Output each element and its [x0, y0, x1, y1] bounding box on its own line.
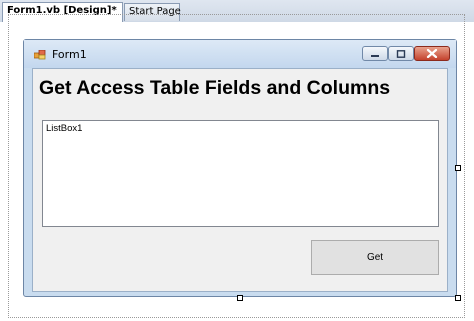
maximize-icon	[396, 49, 406, 58]
form-title-bar[interactable]: Form1	[24, 40, 456, 68]
form-icon	[34, 50, 46, 60]
form-window[interactable]: Form1 Get Access Table Fields and Column…	[23, 39, 457, 297]
close-button[interactable]	[414, 46, 450, 61]
minimize-button[interactable]	[362, 46, 388, 61]
minimize-icon	[371, 54, 379, 57]
listbox1[interactable]: ListBox1	[42, 120, 439, 227]
form-client-area: Get Access Table Fields and Columns List…	[32, 68, 448, 292]
get-button[interactable]: Get	[311, 240, 439, 275]
maximize-button[interactable]	[388, 46, 414, 61]
close-icon	[426, 49, 438, 58]
resize-handle-bottom-right[interactable]	[455, 295, 461, 301]
listbox-label: ListBox1	[46, 123, 83, 134]
form-title: Form1	[52, 48, 87, 61]
get-button-label: Get	[366, 252, 384, 263]
heading-label: Get Access Table Fields and Columns	[39, 77, 391, 99]
resize-handle-bottom[interactable]	[237, 295, 243, 301]
resize-handle-right[interactable]	[455, 165, 461, 171]
